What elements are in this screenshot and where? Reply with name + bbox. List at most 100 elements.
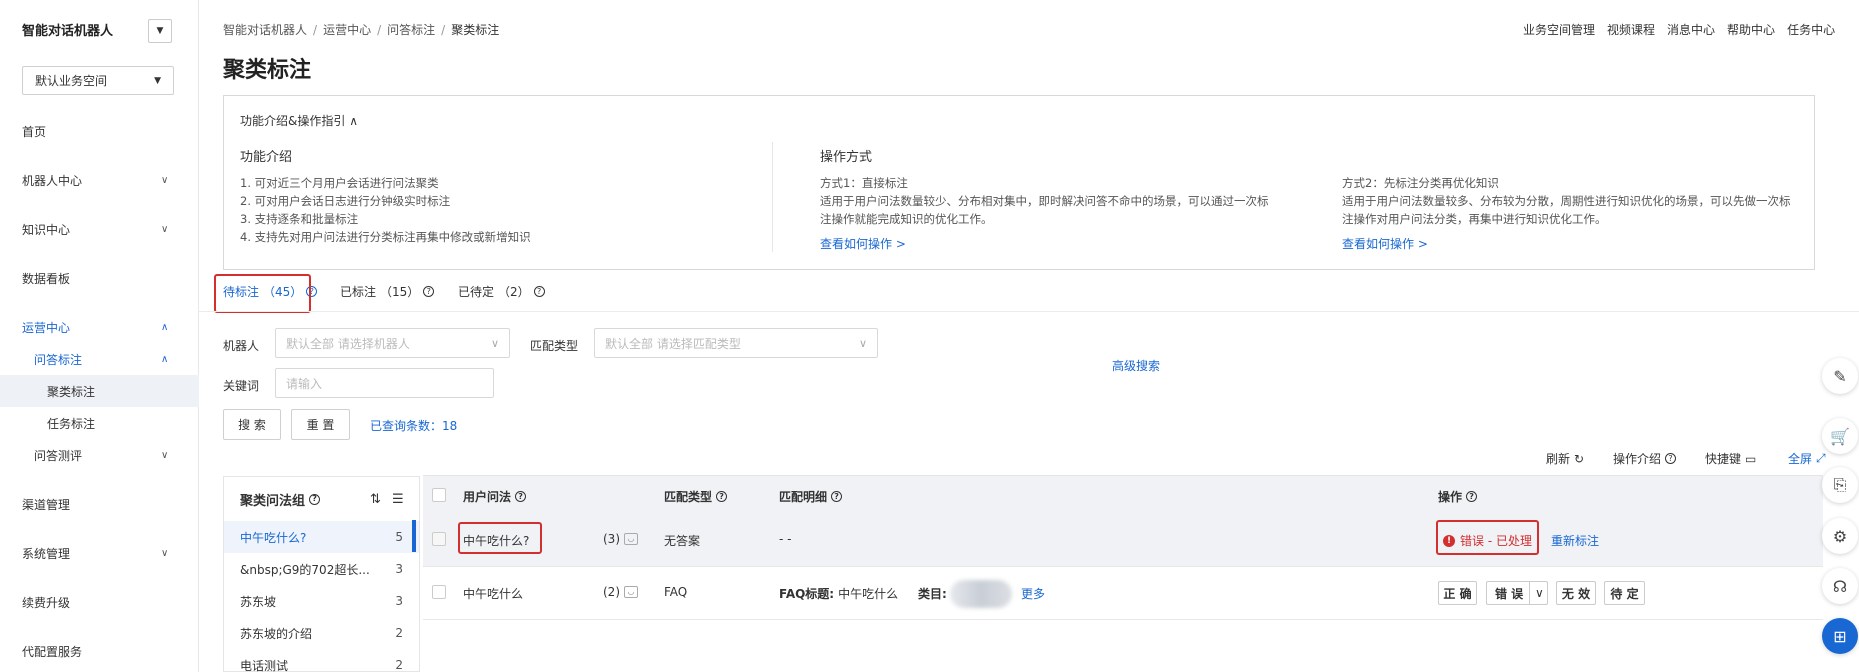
help-icon[interactable]: ? xyxy=(423,286,435,297)
chevron-down-icon[interactable]: ∨ xyxy=(1529,582,1544,604)
help-icon[interactable]: ? xyxy=(515,491,527,502)
method1-link[interactable]: 查看如何操作 > xyxy=(820,235,906,252)
keyword-input[interactable]: 请输入 xyxy=(275,368,494,398)
data-table: 用户问法? 匹配类型? 匹配明细? 操作? 中午吃什么? (3) ◡ 无答案 - … xyxy=(423,475,1823,672)
group-item[interactable]: 电话测试 2 xyxy=(224,649,419,672)
relabel-link[interactable]: 重新标注 xyxy=(1551,532,1599,549)
help-icon[interactable]: ? xyxy=(533,286,545,297)
group-item[interactable]: &nbsp;G9的702超长... 3 xyxy=(224,553,419,585)
search-button[interactable]: 搜 索 xyxy=(223,409,281,440)
table-row[interactable]: 中午吃什么 (2) ◡ FAQ FAQ标题: 中午吃什么 类目: 更多 正 确 错 … xyxy=(423,567,1823,620)
menu-icon[interactable]: ☰ xyxy=(392,492,404,507)
select-all-checkbox[interactable] xyxy=(432,488,446,502)
help-icon[interactable]: ? xyxy=(831,491,843,502)
nav-task-label[interactable]: 任务标注 xyxy=(0,407,199,439)
nav-label: 首页 xyxy=(22,124,47,139)
link-help-center[interactable]: 帮助中心 xyxy=(1727,21,1775,38)
robot-select[interactable]: 默认全部 请选择机器人 ∨ xyxy=(275,328,510,358)
func-item: 3. 支持逐条和批量标注 xyxy=(240,212,359,226)
help-icon[interactable]: ? xyxy=(716,491,728,502)
breadcrumb-item[interactable]: 问答标注 xyxy=(387,23,435,37)
collapse-toggle-button[interactable]: ▼ xyxy=(148,19,172,43)
match-type: FAQ xyxy=(664,585,688,599)
shortcut-label: 快捷键 xyxy=(1705,452,1742,466)
group-name: 苏东坡的介绍 xyxy=(240,626,313,641)
query-count: (3) ◡ xyxy=(603,532,638,546)
chevron-down-icon: ∨ xyxy=(161,449,169,461)
nav-qa-test[interactable]: 问答测评 ∨ xyxy=(0,439,199,471)
guide-button[interactable]: 操作介绍? xyxy=(1613,450,1677,467)
scrollbar[interactable] xyxy=(412,520,416,552)
tab-deferred[interactable]: 已待定 （2）? xyxy=(458,283,545,300)
refresh-button[interactable]: 刷新 ↻ xyxy=(1546,450,1584,467)
guide-label: 操作介绍 xyxy=(1613,452,1662,466)
row-checkbox[interactable] xyxy=(432,532,446,546)
nav-service[interactable]: 代配置服务 xyxy=(0,635,199,667)
nav-qa-label[interactable]: 问答标注 ∧ xyxy=(0,343,199,375)
nav-renew[interactable]: 续费升级 xyxy=(0,586,199,618)
nav-knowledge-center[interactable]: 知识中心 ∨ xyxy=(0,213,199,245)
wrong-button[interactable]: 错 误 ∨ xyxy=(1486,581,1548,605)
help-icon[interactable]: ? xyxy=(1466,491,1478,502)
more-link[interactable]: 更多 xyxy=(1021,585,1045,602)
breadcrumb-item[interactable]: 智能对话机器人 xyxy=(223,23,307,37)
cart-icon[interactable]: 🛒 xyxy=(1822,418,1858,454)
match-placeholder: 默认全部 请选择匹配类型 xyxy=(605,336,741,351)
link-message-center[interactable]: 消息中心 xyxy=(1667,21,1715,38)
chevron-down-icon: ∨ xyxy=(858,336,867,350)
table-row[interactable]: 中午吃什么? (3) ◡ 无答案 - - ! 错误 - 已处理 重新标注 xyxy=(423,514,1823,567)
chevron-down-icon: ∨ xyxy=(161,547,169,559)
correct-button[interactable]: 正 确 xyxy=(1438,581,1477,605)
breadcrumb: 智能对话机器人 / 运营中心 / 问答标注 / 聚类标注 xyxy=(223,23,500,37)
func-list: 1. 可对近三个月用户会话进行问法聚类 2. 可对用户会话日志进行分钟级实时标注… xyxy=(240,174,531,246)
group-item[interactable]: 苏东坡 3 xyxy=(224,585,419,617)
nav-robot-center[interactable]: 机器人中心 ∨ xyxy=(0,164,199,196)
nav-system[interactable]: 系统管理 ∨ xyxy=(0,537,199,569)
query-count: 已查询条数：18 xyxy=(370,419,458,433)
nav-label: 聚类标注 xyxy=(47,384,96,399)
row-checkbox[interactable] xyxy=(432,585,446,599)
group-item[interactable]: 苏东坡的介绍 2 xyxy=(224,617,419,649)
advanced-search-link[interactable]: 高级搜索 xyxy=(1112,357,1160,374)
reset-button[interactable]: 重 置 xyxy=(291,409,350,440)
invalid-button[interactable]: 无 效 xyxy=(1556,581,1596,605)
group-item[interactable]: 中午吃什么? 5 xyxy=(224,521,419,553)
apps-icon[interactable]: ⊞ xyxy=(1822,618,1858,654)
nav-channel[interactable]: 渠道管理 xyxy=(0,488,199,520)
tab-count: （15） xyxy=(380,285,420,299)
th-label: 匹配类型 xyxy=(664,490,713,504)
pending-button[interactable]: 待 定 xyxy=(1604,581,1645,605)
shortcut-button[interactable]: 快捷键 ▭ xyxy=(1705,450,1756,467)
nav-label: 代配置服务 xyxy=(22,644,83,659)
nav-label: 渠道管理 xyxy=(22,497,71,512)
chevron-down-icon: ∨ xyxy=(490,336,499,350)
api-icon[interactable]: ⎘ xyxy=(1822,467,1858,503)
nav-ops-center[interactable]: 运营中心 ∧ xyxy=(0,311,199,343)
nav-dashboard[interactable]: 数据看板 xyxy=(0,262,199,294)
nav-label: 系统管理 xyxy=(22,546,71,561)
func-item: 1. 可对近三个月用户会话进行问法聚类 xyxy=(240,176,439,190)
match-type-select[interactable]: 默认全部 请选择匹配类型 ∨ xyxy=(594,328,878,358)
intro-toggle[interactable]: 功能介绍&操作指引 ∧ xyxy=(240,112,358,129)
link-task-center[interactable]: 任务中心 xyxy=(1787,21,1835,38)
fullscreen-button[interactable]: 全屏 ⤢ xyxy=(1788,450,1826,467)
count-text: (3) xyxy=(603,532,620,546)
link-workspace-manage[interactable]: 业务空间管理 xyxy=(1523,21,1595,38)
nav-cluster-label[interactable]: 聚类标注 xyxy=(0,375,199,407)
breadcrumb-item[interactable]: 运营中心 xyxy=(323,23,371,37)
nav-home[interactable]: 首页 xyxy=(0,115,199,147)
robot-icon: ◡ xyxy=(624,533,638,545)
tab-label: 已待定 xyxy=(458,285,495,299)
headset-icon[interactable]: ☊ xyxy=(1822,568,1858,604)
divider xyxy=(772,142,773,252)
method2-link[interactable]: 查看如何操作 > xyxy=(1342,235,1428,252)
sort-icon[interactable]: ⇅ xyxy=(370,492,381,507)
help-icon[interactable]: ? xyxy=(309,493,321,505)
workspace-select[interactable]: 默认业务空间 ▼ xyxy=(22,66,174,95)
link-video-course[interactable]: 视频课程 xyxy=(1607,21,1655,38)
edit-icon[interactable]: ✎ xyxy=(1822,358,1858,394)
chevron-up-icon: ∧ xyxy=(161,353,169,365)
tab-labeled[interactable]: 已标注 （15）? xyxy=(340,283,435,300)
gear-icon[interactable]: ⚙ xyxy=(1822,518,1858,554)
keyboard-icon: ▭ xyxy=(1745,451,1757,466)
